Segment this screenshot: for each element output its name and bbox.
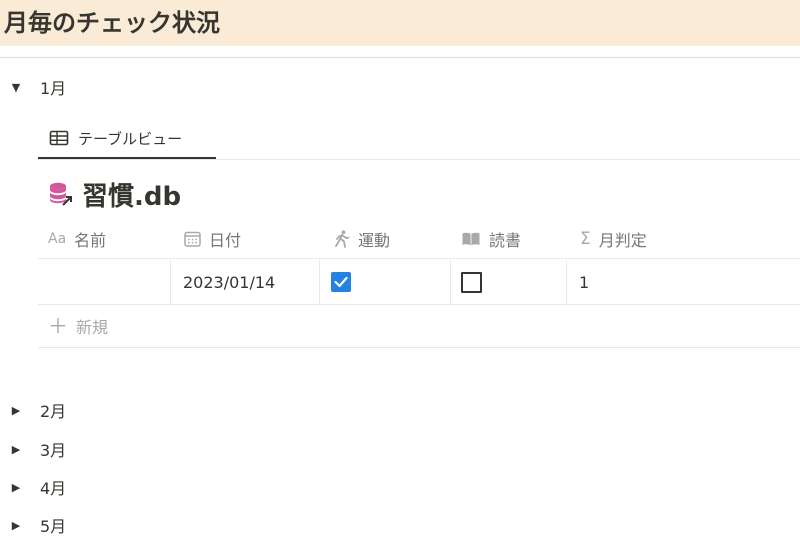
- toggle-label: 2月: [40, 402, 67, 421]
- table-header-row: Aa 名前 日付 運動 読書 Σ 月判定: [38, 220, 800, 258]
- database-title[interactable]: 習慣.db: [48, 176, 181, 212]
- row-divider: [38, 304, 800, 305]
- cell-reading[interactable]: [461, 260, 565, 304]
- checkmark-icon: [334, 276, 348, 288]
- column-divider: [170, 260, 171, 304]
- column-header-name[interactable]: Aa 名前: [48, 220, 106, 258]
- reading-checkbox[interactable]: [461, 271, 482, 293]
- toggle-label: 4月: [40, 479, 67, 498]
- view-tab-bar: テーブルビュー: [38, 118, 800, 160]
- toggle-may[interactable]: ▶ 5月: [10, 514, 66, 536]
- toggle-january[interactable]: ▼ 1月: [10, 76, 66, 98]
- toggle-collapsed-icon[interactable]: ▶: [10, 481, 22, 494]
- table-icon: [49, 130, 69, 146]
- title-property-icon: Aa: [48, 231, 67, 247]
- database-table: Aa 名前 日付 運動 読書 Σ 月判定 2023/01/14 1 ＋ 新規: [38, 220, 800, 348]
- page-title: 月毎のチェック状況: [0, 0, 800, 46]
- column-header-reading[interactable]: 読書: [461, 220, 521, 258]
- linked-database-icon: [48, 181, 74, 207]
- toggle-april[interactable]: ▶ 4月: [10, 476, 66, 498]
- cell-name[interactable]: [38, 260, 170, 304]
- column-label: 月判定: [598, 231, 647, 250]
- column-label: 名前: [74, 231, 107, 250]
- new-row-label: 新規: [76, 318, 109, 337]
- toggle-collapsed-icon[interactable]: ▶: [10, 519, 22, 532]
- column-header-exercise[interactable]: 運動: [334, 220, 390, 258]
- toggle-collapsed-icon[interactable]: ▶: [10, 443, 22, 456]
- database-title-label: 習慣.db: [82, 181, 182, 212]
- table-row: 2023/01/14 1: [38, 260, 800, 304]
- column-label: 日付: [209, 231, 242, 250]
- cell-month-judgement[interactable]: 1: [579, 260, 779, 304]
- toggle-label: 3月: [40, 441, 67, 460]
- header-row-divider: [38, 258, 800, 259]
- cell-exercise[interactable]: [331, 260, 449, 304]
- column-header-month-judgement[interactable]: Σ 月判定: [580, 220, 647, 258]
- running-person-icon: [334, 230, 350, 248]
- add-new-row-button[interactable]: ＋ 新規: [38, 306, 800, 346]
- column-label: 運動: [358, 231, 391, 250]
- column-header-date[interactable]: 日付: [184, 220, 241, 258]
- tab-table-view[interactable]: テーブルビュー: [38, 118, 216, 158]
- column-divider: [450, 260, 451, 304]
- column-divider: [566, 260, 567, 304]
- toggle-march[interactable]: ▶ 3月: [10, 438, 66, 460]
- toggle-label: 1月: [40, 79, 67, 98]
- toggle-expanded-icon[interactable]: ▼: [10, 81, 22, 94]
- sigma-icon: Σ: [580, 229, 591, 249]
- tab-divider: [38, 159, 800, 160]
- toggle-label: 5月: [40, 517, 67, 536]
- column-label: 読書: [489, 231, 522, 250]
- calendar-icon: [184, 231, 201, 247]
- cell-date[interactable]: 2023/01/14: [183, 260, 318, 304]
- toggle-february[interactable]: ▶ 2月: [10, 399, 66, 421]
- plus-icon: ＋: [48, 314, 68, 338]
- toggle-collapsed-icon[interactable]: ▶: [10, 404, 22, 417]
- table-bottom-divider: [38, 347, 800, 348]
- tab-label: テーブルビュー: [78, 129, 183, 148]
- exercise-checkbox[interactable]: [331, 272, 351, 292]
- column-divider: [319, 260, 320, 304]
- title-divider: [0, 57, 800, 58]
- book-icon: [461, 231, 481, 247]
